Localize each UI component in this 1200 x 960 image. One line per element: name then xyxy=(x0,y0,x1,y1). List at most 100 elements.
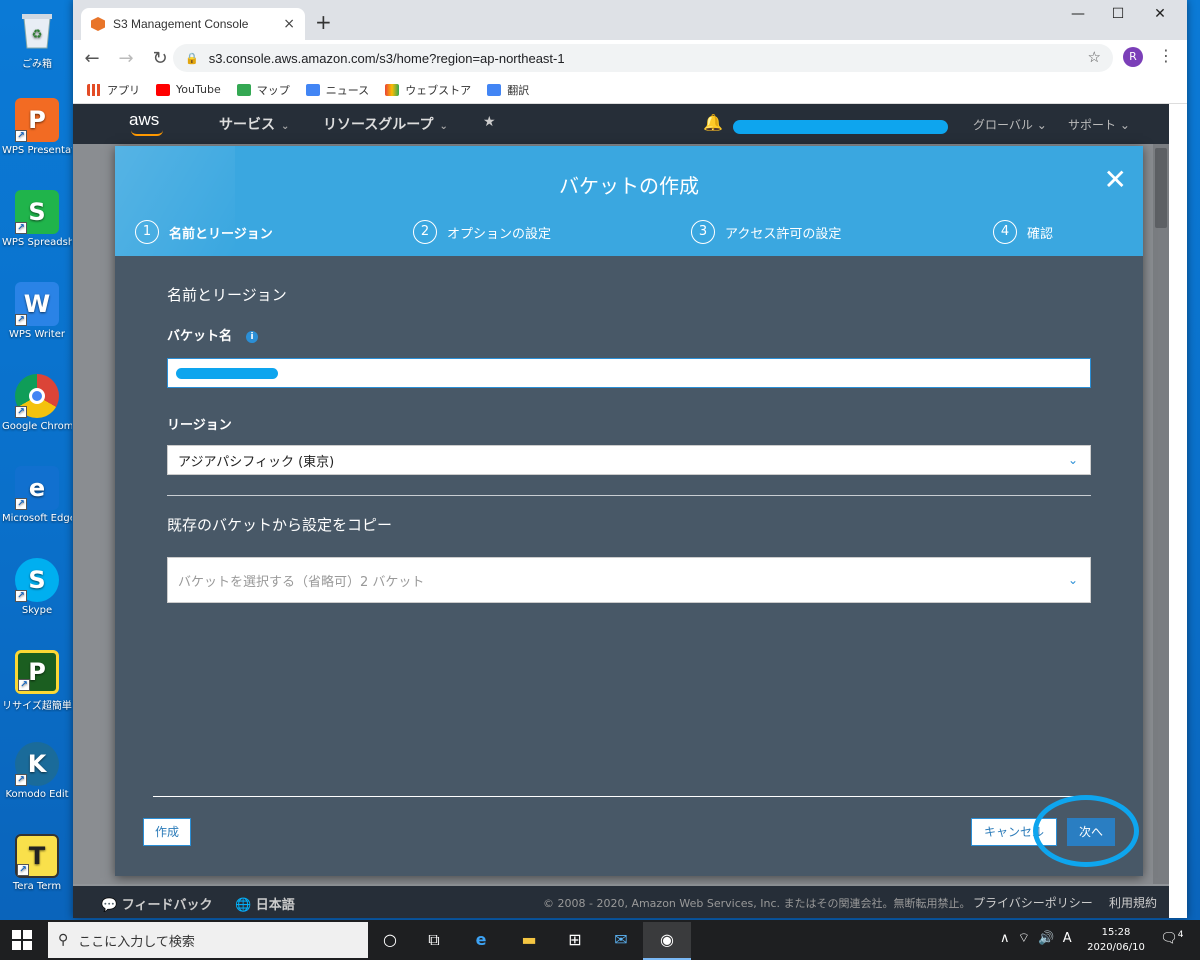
tray-chevron-up-icon[interactable]: ∧ xyxy=(1000,931,1010,946)
bookmark-youtube[interactable]: YouTube xyxy=(156,83,221,96)
close-window-button[interactable]: ✕ xyxy=(1145,6,1175,22)
news-icon xyxy=(305,83,320,96)
copy-bucket-select[interactable]: バケットを選択する（省略可）2 バケット ⌄ xyxy=(167,557,1091,603)
region-select[interactable]: アジアパシフィック (東京) ⌄ xyxy=(167,445,1091,475)
volume-icon[interactable]: 🔊 xyxy=(1038,931,1054,946)
page-scrollbar[interactable] xyxy=(1153,144,1169,884)
desktop-icon-microsoft-edge[interactable]: e ↗ Microsoft Edge xyxy=(2,466,72,524)
modal-body: 名前とリージョン バケット名 i リージョン アジアパシフィック (東京) ⌄ 既… xyxy=(167,284,1091,603)
chevron-down-icon: ⌄ xyxy=(1036,118,1047,132)
step-label: 確認 xyxy=(1027,226,1054,242)
tab-close-icon[interactable]: × xyxy=(283,16,295,32)
bookmark-translate[interactable]: 翻訳 xyxy=(487,82,529,98)
region-label: リージョン xyxy=(167,418,232,433)
mail-icon[interactable]: ✉ xyxy=(608,928,634,952)
step-number: 3 xyxy=(691,220,715,244)
search-icon: ⚲ xyxy=(58,932,69,948)
feedback-link[interactable]: 💬 フィードバック xyxy=(101,894,212,913)
search-placeholder: ここに入力して検索 xyxy=(78,934,195,950)
network-icon[interactable]: ⌔ xyxy=(1018,931,1030,946)
desktop-icon-komodo-edit[interactable]: K ↗ Komodo Edit xyxy=(2,742,72,800)
bookmark-label: YouTube xyxy=(176,83,221,96)
address-bar[interactable]: 🔒 s3.console.aws.amazon.com/s3/home?regi… xyxy=(173,44,1113,72)
wps-presentation-icon: P ↗ xyxy=(15,98,59,142)
tab-strip: S3 Management Console × + — ☐ ✕ xyxy=(73,0,1187,40)
desktop-icon-resize-tool[interactable]: P ↗ リサイズ超簡単 xyxy=(2,650,72,712)
bucket-name-input[interactable] xyxy=(167,358,1091,388)
bookmark-webstore[interactable]: ウェブストア xyxy=(385,82,471,98)
bookmark-news[interactable]: ニュース xyxy=(305,82,369,98)
desktop-icon-wps-writer[interactable]: W ↗ WPS Writer xyxy=(2,282,72,340)
start-windows-icon[interactable] xyxy=(12,930,32,950)
info-icon[interactable]: i xyxy=(246,331,259,343)
new-tab-button[interactable]: + xyxy=(315,10,332,34)
taskbar-search-box[interactable]: ⚲ ここに入力して検索 xyxy=(48,922,368,958)
aws-console-page: aws サービス ⌄ リソースグループ ⌄ ★ 🔔 グローバル ⌄ サポート ⌄ バ… xyxy=(73,104,1169,918)
desktop-icon-tera-term[interactable]: T ↗ Tera Term xyxy=(2,834,72,892)
language-label: 日本語 xyxy=(255,898,295,913)
bell-icon[interactable]: 🔔 xyxy=(703,113,723,132)
bookmark-label: アプリ xyxy=(107,83,140,97)
bookmark-label: ウェブストア xyxy=(405,83,472,97)
create-bucket-modal: バケットの作成 ✕ 1 名前とリージョン 2 オプションの設定 3 アクセス許可… xyxy=(115,146,1143,876)
speech-bubble-icon: 💬 xyxy=(101,898,122,913)
store-icon[interactable]: ⊞ xyxy=(562,928,588,952)
bookmark-maps[interactable]: マップ xyxy=(236,82,290,98)
feedback-label: フィードバック xyxy=(121,898,213,913)
profile-avatar[interactable]: R xyxy=(1123,47,1143,67)
aws-top-nav: aws サービス ⌄ リソースグループ ⌄ ★ 🔔 グローバル ⌄ サポート ⌄ xyxy=(73,104,1169,144)
ime-indicator[interactable]: A xyxy=(1063,931,1072,946)
bucket-name-label: バケット名 i xyxy=(167,325,1091,344)
svg-text:♻: ♻ xyxy=(32,27,43,41)
edge-taskbar-icon[interactable]: e xyxy=(468,928,494,952)
forward-arrow-icon[interactable]: → xyxy=(111,48,141,69)
copy-bucket-placeholder: バケットを選択する（省略可）2 バケット xyxy=(178,574,425,590)
chevron-down-icon: ⌄ xyxy=(1119,118,1130,132)
desktop-icon-recycle-bin[interactable]: ♻ ごみ箱 xyxy=(2,8,72,70)
create-button[interactable]: 作成 xyxy=(143,818,191,846)
cortana-icon[interactable]: ○ xyxy=(377,928,403,952)
account-name-redacted[interactable] xyxy=(733,120,948,134)
bookmarks-bar: アプリ YouTube マップ ニュース ウェブストア 翻訳 xyxy=(73,76,1187,104)
aws-logo[interactable]: aws xyxy=(129,110,163,136)
globe-icon: 🌐 xyxy=(235,898,256,913)
privacy-policy-link[interactable]: プライバシーポリシー xyxy=(973,894,1093,911)
services-menu[interactable]: サービス ⌄ xyxy=(219,114,289,134)
support-menu[interactable]: サポート ⌄ xyxy=(1068,116,1130,133)
webstore-icon xyxy=(385,83,400,96)
clock[interactable]: 15:28 2020/06/10 xyxy=(1086,925,1146,955)
desktop-icon-google-chrome[interactable]: ↗ Google Chrome xyxy=(2,374,72,432)
desktop-icon-wps-presentation[interactable]: P ↗ WPS Presentat xyxy=(2,98,72,156)
language-selector[interactable]: 🌐 日本語 xyxy=(235,894,295,913)
menu-kebab-icon[interactable]: ⋮ xyxy=(1158,46,1174,65)
maximize-button[interactable]: ☐ xyxy=(1103,6,1133,22)
region-menu[interactable]: グローバル ⌄ xyxy=(973,116,1047,133)
support-label: サポート xyxy=(1068,118,1117,132)
reload-icon[interactable]: ↻ xyxy=(145,48,175,69)
scrollbar-thumb[interactable] xyxy=(1155,148,1167,228)
desktop-icon-wps-spreadsheets[interactable]: S ↗ WPS Spreadsh xyxy=(2,190,72,248)
pin-icon[interactable]: ★ xyxy=(483,114,496,130)
desktop-icon-label: WPS Spreadsh xyxy=(2,237,72,248)
notification-center-icon[interactable]: 🗨4 xyxy=(1160,930,1184,947)
back-arrow-icon[interactable]: ← xyxy=(77,48,107,69)
chrome-taskbar-icon[interactable]: ◉ xyxy=(643,922,691,960)
file-explorer-icon[interactable]: ▬ xyxy=(516,928,542,952)
resource-groups-menu[interactable]: リソースグループ ⌄ xyxy=(323,114,448,134)
recycle-bin-icon: ♻ xyxy=(15,8,59,52)
bookmark-star-icon[interactable]: ☆ xyxy=(1088,48,1101,66)
windows-taskbar: ⚲ ここに入力して検索 ○ ⧉ e ▬ ⊞ ✉ ◉ ∧ ⌔ 🔊 A 15:28 … xyxy=(0,920,1200,960)
task-view-icon[interactable]: ⧉ xyxy=(421,928,447,952)
desktop-icon-label: Komodo Edit xyxy=(5,789,69,800)
footer-divider xyxy=(153,796,1089,797)
section-title: 名前とリージョン xyxy=(167,286,287,304)
desktop-icon-skype[interactable]: S ↗ Skype xyxy=(2,558,72,616)
tab-s3-console[interactable]: S3 Management Console × xyxy=(81,8,305,40)
clock-date: 2020/06/10 xyxy=(1087,942,1145,953)
chevron-down-icon: ⌄ xyxy=(439,121,448,132)
step-label: 名前とリージョン xyxy=(169,226,273,242)
minimize-button[interactable]: — xyxy=(1063,6,1093,22)
close-icon[interactable]: ✕ xyxy=(1104,166,1127,194)
bookmark-apps[interactable]: アプリ xyxy=(87,82,140,98)
terms-link[interactable]: 利用規約 xyxy=(1109,894,1157,911)
